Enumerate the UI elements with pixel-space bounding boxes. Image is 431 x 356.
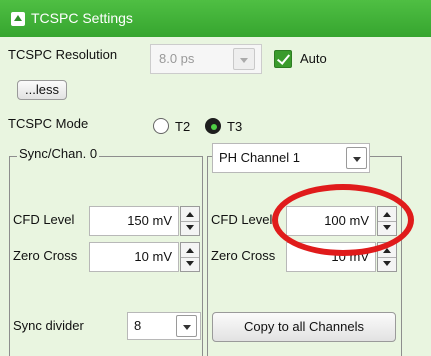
mode-t2-radio[interactable] — [153, 118, 169, 134]
mode-t3-radio[interactable] — [205, 118, 221, 134]
sync-cfd-input[interactable]: 150 mV — [89, 206, 179, 236]
chevron-down-icon — [352, 157, 361, 162]
sync-divider-dropdown-button[interactable] — [176, 315, 197, 337]
auto-checkbox[interactable] — [274, 50, 292, 68]
sync-zero-input[interactable]: 10 mV — [89, 242, 179, 272]
sync-zero-label: Zero Cross — [13, 248, 78, 263]
sync-cfd-label: CFD Level — [13, 212, 75, 227]
channel-dropdown-button[interactable] — [346, 147, 367, 169]
mode-t3-label: T3 — [227, 119, 243, 134]
chevron-down-icon — [240, 58, 248, 63]
mode-label: TCSPC Mode — [8, 116, 89, 131]
resolution-dropdown-button — [233, 48, 255, 70]
sync-cfd-spinner[interactable] — [180, 206, 200, 236]
panel-header[interactable]: TCSPC Settings — [0, 0, 431, 37]
sync-group-title: Sync/Chan. 0 — [17, 146, 100, 161]
arrow-down-icon[interactable] — [186, 261, 194, 266]
sync-divider-label: Sync divider — [13, 318, 84, 333]
panel-title: TCSPC Settings — [31, 10, 133, 26]
resolution-label: TCSPC Resolution — [8, 47, 118, 62]
arrow-up-icon[interactable] — [186, 248, 194, 253]
arrow-down-icon[interactable] — [383, 261, 391, 266]
arrow-down-icon[interactable] — [186, 225, 194, 230]
channel-zero-label: Zero Cross — [211, 248, 276, 263]
mode-t2-label: T2 — [175, 119, 191, 134]
spinner-divider — [181, 257, 199, 258]
copy-to-all-channels-button[interactable]: Copy to all Channels — [212, 312, 396, 342]
spinner-divider — [181, 221, 199, 222]
collapse-icon[interactable] — [11, 12, 25, 26]
less-button[interactable]: ...less — [17, 80, 67, 100]
arrow-up-icon[interactable] — [186, 212, 194, 217]
channel-cfd-label: CFD Level — [211, 212, 273, 227]
highlight-annotation — [272, 184, 414, 256]
spinner-divider — [378, 257, 396, 258]
auto-label: Auto — [300, 51, 327, 66]
chevron-down-icon — [182, 325, 191, 330]
sync-zero-spinner[interactable] — [180, 242, 200, 272]
